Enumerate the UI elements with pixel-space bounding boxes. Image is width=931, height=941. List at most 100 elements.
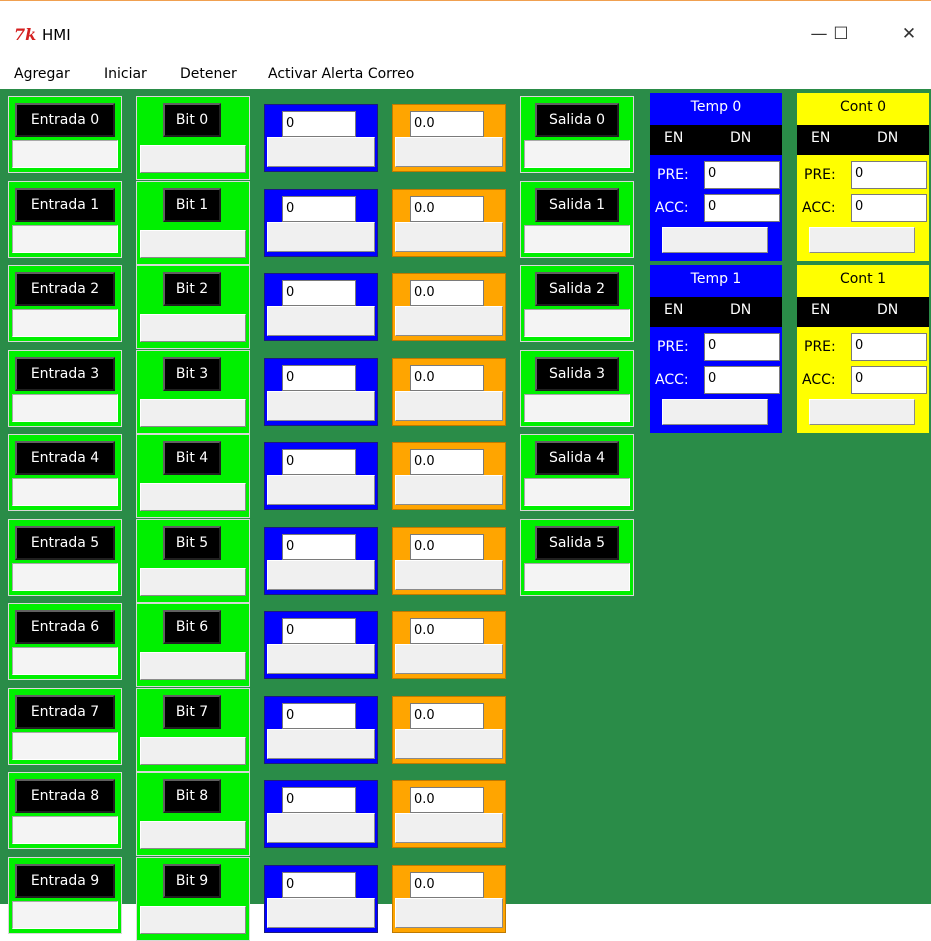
input-label: Entrada 6: [15, 610, 115, 644]
integer-input[interactable]: 0: [282, 618, 356, 644]
bit-widget: Bit 8: [136, 772, 250, 856]
integer-widget: 0: [264, 104, 378, 172]
bit-toggle-button[interactable]: Bit 1: [163, 188, 221, 222]
input-label: Entrada 5: [15, 526, 115, 560]
timer-pre-label: PRE:: [657, 339, 689, 355]
output-status-field: [524, 225, 630, 253]
menu-detener[interactable]: Detener: [180, 66, 237, 82]
float-status-field: [395, 306, 503, 336]
bit-widget: Bit 2: [136, 265, 250, 349]
bit-toggle-button[interactable]: Bit 3: [163, 357, 221, 391]
integer-input[interactable]: 0: [282, 534, 356, 560]
menu-bar: Agregar Iniciar Detener Activar Alerta C…: [0, 61, 931, 89]
float-status-field: [395, 137, 503, 167]
integer-input[interactable]: 0: [282, 280, 356, 306]
float-input[interactable]: 0.0: [410, 449, 484, 475]
float-input[interactable]: 0.0: [410, 196, 484, 222]
output-status-field: [524, 140, 630, 168]
counter-pre-input[interactable]: 0: [851, 161, 927, 189]
input-status-field: [12, 478, 118, 506]
bit-toggle-button[interactable]: Bit 7: [163, 695, 221, 729]
float-input[interactable]: 0.0: [410, 618, 484, 644]
menu-activar-alerta-correo[interactable]: Activar Alerta Correo: [268, 66, 414, 82]
input-label: Entrada 7: [15, 695, 115, 729]
input-status-field: [12, 309, 118, 337]
input-widget: Entrada 0: [8, 96, 122, 173]
output-widget: Salida 2: [520, 265, 634, 342]
timer-status-row: EN DN: [650, 125, 782, 155]
input-status-field: [12, 647, 118, 675]
counter-acc-input[interactable]: 0: [851, 194, 927, 222]
bit-toggle-button[interactable]: Bit 8: [163, 779, 221, 813]
integer-input[interactable]: 0: [282, 872, 356, 898]
bit-toggle-button[interactable]: Bit 2: [163, 272, 221, 306]
timer-acc-input[interactable]: 0: [704, 366, 780, 394]
float-input[interactable]: 0.0: [410, 703, 484, 729]
input-label: Entrada 4: [15, 441, 115, 475]
counter-acc-input[interactable]: 0: [851, 366, 927, 394]
bit-toggle-button[interactable]: Bit 4: [163, 441, 221, 475]
integer-widget: 0: [264, 358, 378, 426]
float-widget: 0.0: [392, 273, 506, 341]
integer-status-field: [267, 644, 375, 674]
float-status-field: [395, 813, 503, 843]
timer-en-label: EN: [664, 130, 684, 146]
integer-input[interactable]: 0: [282, 703, 356, 729]
maximize-icon[interactable]: ☐: [818, 17, 864, 51]
integer-input[interactable]: 0: [282, 365, 356, 391]
output-label: Salida 1: [535, 188, 619, 222]
bit-toggle-button[interactable]: Bit 0: [163, 103, 221, 137]
float-input[interactable]: 0.0: [410, 365, 484, 391]
float-status-field: [395, 391, 503, 421]
timer-reset-button[interactable]: [662, 227, 768, 253]
input-label: Entrada 1: [15, 188, 115, 222]
timer-acc-label: ACC:: [655, 200, 689, 216]
input-widget: Entrada 4: [8, 434, 122, 511]
integer-input[interactable]: 0: [282, 449, 356, 475]
integer-input[interactable]: 0: [282, 111, 356, 137]
float-widget: 0.0: [392, 104, 506, 172]
bit-widget: Bit 1: [136, 181, 250, 265]
input-status-field: [12, 225, 118, 253]
timer-pre-input[interactable]: 0: [704, 161, 780, 189]
float-widget: 0.0: [392, 527, 506, 595]
bit-widget: Bit 3: [136, 350, 250, 434]
bit-status-field: [140, 906, 246, 934]
menu-iniciar[interactable]: Iniciar: [104, 66, 147, 82]
counter-reset-button[interactable]: [809, 399, 915, 425]
integer-widget: 0: [264, 189, 378, 257]
float-input[interactable]: 0.0: [410, 111, 484, 137]
integer-status-field: [267, 560, 375, 590]
counter-en-label: EN: [811, 302, 831, 318]
float-status-field: [395, 475, 503, 505]
integer-status-field: [267, 898, 375, 928]
timer-pre-input[interactable]: 0: [704, 333, 780, 361]
bit-status-field: [140, 821, 246, 849]
input-label: Entrada 2: [15, 272, 115, 306]
output-label: Salida 5: [535, 526, 619, 560]
bit-widget: Bit 0: [136, 96, 250, 180]
output-label: Salida 4: [535, 441, 619, 475]
float-input[interactable]: 0.0: [410, 280, 484, 306]
input-widget: Entrada 7: [8, 688, 122, 765]
integer-input[interactable]: 0: [282, 787, 356, 813]
counter-pre-input[interactable]: 0: [851, 333, 927, 361]
timer-reset-button[interactable]: [662, 399, 768, 425]
timer-acc-input[interactable]: 0: [704, 194, 780, 222]
output-label: Salida 0: [535, 103, 619, 137]
integer-input[interactable]: 0: [282, 196, 356, 222]
bit-toggle-button[interactable]: Bit 5: [163, 526, 221, 560]
float-input[interactable]: 0.0: [410, 534, 484, 560]
output-widget: Salida 5: [520, 519, 634, 596]
float-input[interactable]: 0.0: [410, 787, 484, 813]
input-label: Entrada 3: [15, 357, 115, 391]
menu-agregar[interactable]: Agregar: [14, 66, 70, 82]
output-status-field: [524, 394, 630, 422]
close-icon[interactable]: ✕: [886, 17, 931, 51]
bit-status-field: [140, 314, 246, 342]
bit-toggle-button[interactable]: Bit 9: [163, 864, 221, 898]
float-input[interactable]: 0.0: [410, 872, 484, 898]
counter-reset-button[interactable]: [809, 227, 915, 253]
output-status-field: [524, 478, 630, 506]
bit-toggle-button[interactable]: Bit 6: [163, 610, 221, 644]
